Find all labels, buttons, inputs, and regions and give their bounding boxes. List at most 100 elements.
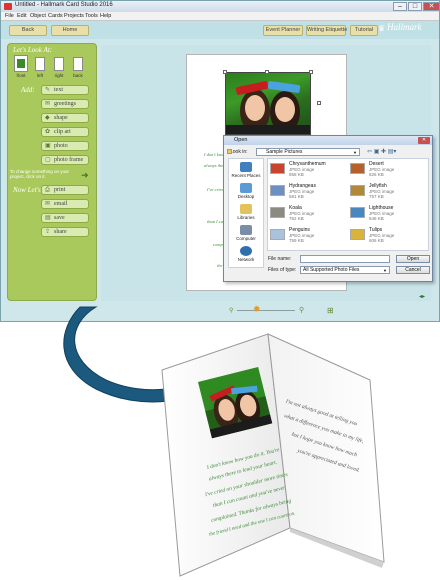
crown-icon: ♛ [378, 24, 386, 33]
file-item[interactable]: Penguins JPEG image 759 KB [270, 227, 348, 245]
place-libraries[interactable]: Libraries [229, 204, 263, 220]
add-title: Add: [21, 86, 35, 94]
menu-file[interactable]: File [5, 13, 14, 19]
print-button[interactable]: ⎙ print [41, 185, 89, 195]
maximize-button[interactable]: □ [408, 2, 422, 11]
hallmark-logo: Hallmark [387, 22, 422, 32]
file-thumbnail [350, 163, 365, 174]
file-item[interactable]: Hydrangeas JPEG image 581 KB [270, 183, 348, 201]
file-item[interactable]: Lighthouse JPEG image 548 KB [350, 205, 428, 223]
file-thumbnail [350, 207, 365, 218]
photo-icon: ▣ [45, 143, 51, 149]
file-item[interactable]: Tulips JPEG image 606 KB [350, 227, 428, 245]
resize-handle-t[interactable] [265, 70, 269, 74]
menu-cards[interactable]: Cards [48, 13, 63, 19]
event-planner-button[interactable]: Event Planner [263, 25, 303, 36]
minimize-button[interactable]: – [393, 2, 407, 11]
page-thumb-right[interactable] [54, 57, 64, 71]
save-button[interactable]: ▤ save [41, 213, 89, 223]
files-of-type-label: Files of type: [268, 267, 297, 273]
card-photo[interactable] [225, 72, 311, 135]
zoom-out-icon[interactable]: ⚲ [229, 307, 233, 314]
now-lets-title: Now Let's: [13, 186, 44, 194]
nav-toolbar-icons[interactable]: ⇦ ▣ ✚ ▤▾ [367, 148, 396, 155]
file-thumbnail [270, 185, 285, 196]
email-button[interactable]: ✉ email [41, 199, 89, 209]
file-item[interactable]: Desert JPEG image 826 KB [350, 161, 428, 179]
zoom-in-icon[interactable]: ⚲ [299, 306, 304, 314]
back-button[interactable]: Back [9, 25, 47, 36]
page-label-right: right [54, 73, 64, 78]
place-network[interactable]: Network [229, 246, 263, 262]
file-item[interactable]: Chrysanthemum JPEG image 858 KB [270, 161, 348, 179]
menu-projects[interactable]: Projects [64, 13, 84, 19]
zoom-slider-handle[interactable]: ✹ [253, 305, 261, 314]
file-item[interactable]: Koala JPEG image 762 KB [270, 205, 348, 223]
add-photo-button[interactable]: ▣ photo [41, 141, 89, 151]
zoom-track[interactable] [237, 310, 295, 311]
email-icon: ✉ [45, 201, 51, 207]
place-computer[interactable]: Computer [229, 225, 263, 241]
file-name-input[interactable] [300, 255, 390, 263]
fit-page-icon[interactable]: ⊞ [327, 306, 334, 315]
computer-icon [240, 225, 252, 235]
resize-handle-tl[interactable] [223, 70, 227, 74]
menu-object[interactable]: Object [30, 13, 46, 19]
print-icon: ⎙ [45, 187, 50, 193]
page-label-front: front [16, 73, 26, 78]
add-shape-button[interactable]: ◆ shape [41, 113, 89, 123]
writing-etiquette-button[interactable]: Writing Etiquette [306, 25, 347, 36]
open-button[interactable]: Open [396, 255, 430, 263]
arrow-right-icon: ➜ [81, 170, 89, 180]
add-greetings-button[interactable]: ✉ greetings [41, 99, 89, 109]
home-button[interactable]: Home [51, 25, 89, 36]
page-thumb-back[interactable] [73, 57, 83, 71]
file-thumbnail [270, 207, 285, 218]
resize-handle-r[interactable] [317, 101, 321, 105]
window-title: Untitled - Hallmark Card Studio 2016 [15, 2, 113, 8]
menu-edit[interactable]: Edit [17, 13, 26, 19]
tutorial-button[interactable]: Tutorial [350, 25, 378, 36]
file-item[interactable]: Jellyfish JPEG image 757 KB [350, 183, 428, 201]
shape-icon: ◆ [45, 115, 50, 121]
file-type-select[interactable]: All Supported Photo Files ▼ [300, 266, 390, 274]
dialog-title: Open [224, 136, 432, 145]
greetings-icon: ✉ [45, 101, 51, 107]
menu-bar: File Edit Object Cards Projects Tools He… [1, 12, 439, 21]
scroll-arrows-icon[interactable]: ◂▸ [419, 294, 425, 300]
cancel-button[interactable]: Cancel [396, 266, 430, 274]
menu-help[interactable]: Help [100, 13, 111, 19]
add-clip-art-button[interactable]: ✿ clip art [41, 127, 89, 137]
chevron-down-icon: ▼ [383, 268, 387, 273]
share-button[interactable]: ⇪ share [41, 227, 89, 237]
file-thumbnail [350, 185, 365, 196]
close-button[interactable]: ✕ [423, 2, 439, 11]
add-text-button[interactable]: ✎ text [41, 85, 89, 95]
places-bar: Recent Places Desktop Libraries Computer… [228, 158, 264, 268]
resize-handle-tr[interactable] [309, 70, 313, 74]
look-in-select[interactable]: Sample Pictures ▼ [256, 148, 360, 156]
file-thumbnail [270, 163, 285, 174]
page-thumb-left[interactable] [35, 57, 45, 71]
page-thumb-front[interactable] [14, 55, 28, 72]
photo-frame-icon: ▢ [45, 157, 51, 163]
printed-card [161, 333, 385, 577]
libraries-icon [240, 204, 252, 214]
file-thumbnail [350, 229, 365, 240]
place-desktop[interactable]: Desktop [229, 183, 263, 199]
chevron-down-icon: ▼ [353, 150, 357, 155]
file-name-label: File name: [268, 256, 292, 262]
title-bar: Untitled - Hallmark Card Studio 2016 – □… [1, 1, 439, 12]
page-label-back: back [73, 73, 83, 78]
place-recent[interactable]: Recent Places [229, 162, 263, 178]
recent-places-icon [240, 162, 252, 172]
add-photo-frame-button[interactable]: ▢ photo frame [41, 155, 89, 165]
menu-tools[interactable]: Tools [85, 13, 98, 19]
tutorial-illustration: Untitled - Hallmark Card Studio 2016 – □… [0, 0, 440, 580]
text-icon: ✎ [45, 87, 51, 93]
app-icon [4, 3, 12, 10]
page-label-left: left [36, 73, 43, 78]
share-icon: ⇪ [45, 229, 51, 235]
look-at-title: Let's Look At: [13, 46, 53, 54]
dialog-close-button[interactable]: ✕ [418, 137, 430, 144]
